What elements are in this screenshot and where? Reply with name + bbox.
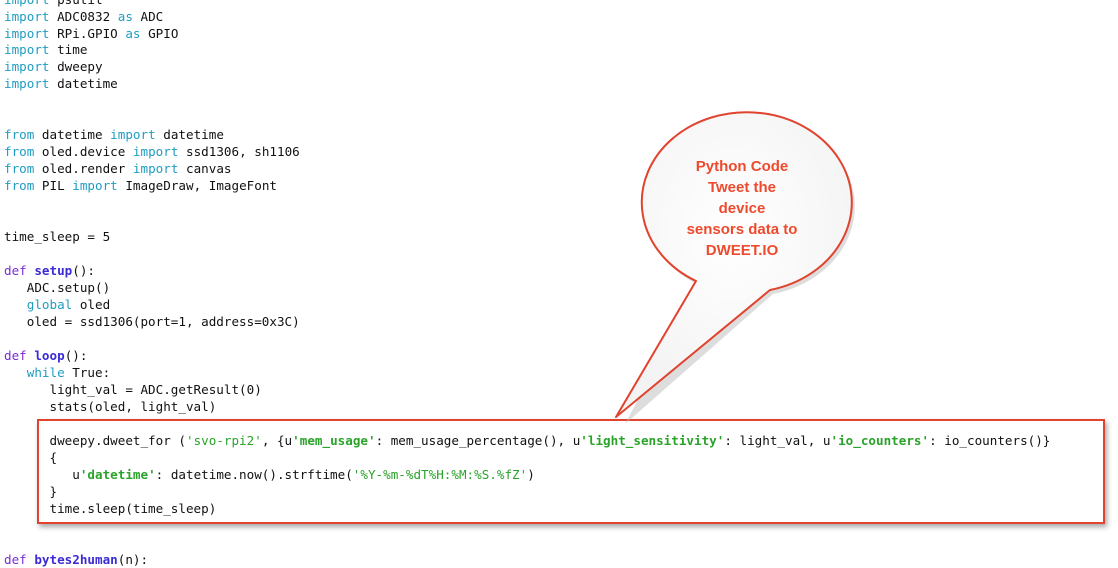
callout-line: Tweet the device	[707, 179, 777, 217]
callout-line: Python Code	[695, 158, 789, 175]
callout-bubble	[615, 111, 855, 424]
callout-text: Python Code Tweet the device sensors dat…	[683, 156, 801, 261]
callout-line: sensors data to	[686, 221, 798, 238]
callout-line: DWEET.IO	[705, 242, 779, 259]
